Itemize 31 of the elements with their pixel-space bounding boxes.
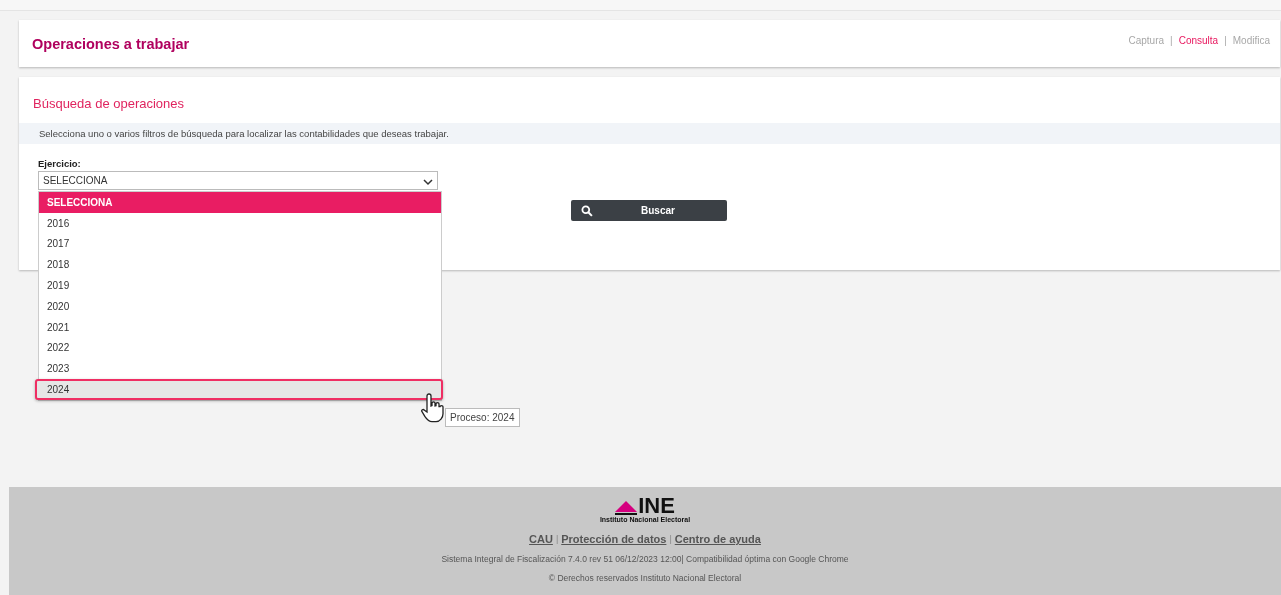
separator: |	[555, 534, 559, 544]
dropdown-option[interactable]: 2017	[39, 233, 441, 255]
dropdown-option[interactable]: 2020	[39, 296, 441, 317]
footer-link[interactable]: Centro de ayuda	[674, 533, 761, 545]
section-title: Búsqueda de operaciones	[32, 95, 186, 111]
search-button[interactable]: Buscar	[571, 200, 727, 221]
dropdown-option[interactable]: 2016	[39, 212, 441, 234]
chevron-icon	[423, 179, 433, 186]
diamond-icon	[615, 500, 638, 516]
dropdown-option[interactable]: 2022	[39, 337, 441, 359]
dropdown-option[interactable]: SELECCIONA	[39, 192, 441, 213]
year-select[interactable]: SELECCIONA	[38, 171, 438, 190]
page-title: Operaciones a trabajar	[32, 35, 190, 52]
footer-link[interactable]: CAU	[529, 533, 553, 545]
version-text: Sistema Integral de Fiscalización 7.4.0 rev 51 06/12/2023 12:00| Compatibilidad óptima con Google Chrome	[441, 554, 849, 564]
tooltip: Proceso: 2024	[445, 408, 520, 427]
separator: |	[1224, 35, 1227, 46]
dropdown-option[interactable]: 2023	[39, 358, 441, 380]
dropdown-option[interactable]: 2024	[35, 379, 443, 400]
search-icon	[581, 204, 593, 217]
instructions-text: Selecciona uno o varios filtros de búsqueda para localizar las contabilidades que deseas trabajar.	[39, 128, 449, 139]
dropdown-option[interactable]: 2021	[39, 316, 441, 338]
footer-link[interactable]: Protección de datos	[561, 533, 667, 545]
dropdown-option[interactable]: 2018	[39, 254, 441, 276]
logo-text: INE	[638, 496, 675, 516]
nav-link[interactable]: Consulta	[1178, 35, 1219, 46]
dropdown-option[interactable]: 2019	[39, 275, 441, 296]
separator: |	[669, 534, 672, 544]
field-label: Ejercicio:	[38, 158, 82, 169]
copyright-text: © Derechos reservados Instituto Nacional Electoral	[548, 573, 742, 583]
separator: |	[1170, 35, 1173, 46]
